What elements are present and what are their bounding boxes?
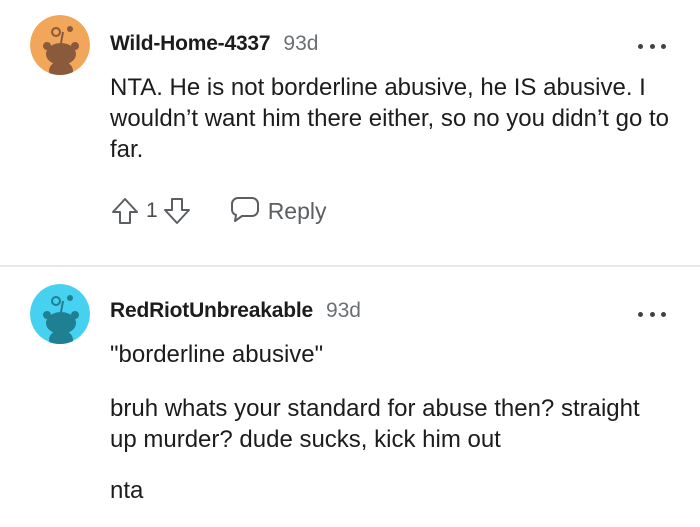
- more-options-icon[interactable]: [638, 41, 666, 51]
- username[interactable]: RedRiotUnbreakable: [110, 299, 313, 323]
- more-options-icon[interactable]: [638, 309, 666, 319]
- comment-age: 93d: [325, 299, 361, 322]
- comment: Wild-Home-4337 93d NTA. He is not border…: [0, 0, 700, 265]
- snoo-avatar-icon: [30, 284, 90, 344]
- comment-meta: RedRiotUnbreakable 93d: [110, 299, 361, 323]
- comment-text: nta: [110, 477, 144, 504]
- comment-meta: Wild-Home-4337 93d: [110, 32, 318, 56]
- downvote-icon[interactable]: [162, 195, 192, 227]
- upvote-icon[interactable]: [110, 195, 140, 227]
- comment-actions: 1 Reply: [110, 193, 327, 229]
- comment-quote: "borderline abusive": [110, 341, 324, 368]
- snoo-avatar-icon: [30, 15, 90, 75]
- comment-bubble-icon: [230, 195, 260, 228]
- reply-button[interactable]: Reply: [230, 195, 327, 228]
- vote-score: 1: [146, 199, 158, 222]
- user-avatar[interactable]: [30, 15, 90, 75]
- comment-age: 93d: [283, 32, 319, 55]
- comment-text: NTA. He is not borderline abusive, he IS…: [110, 74, 670, 163]
- user-avatar[interactable]: [30, 284, 90, 344]
- reply-label: Reply: [267, 197, 327, 224]
- comment: RedRiotUnbreakable 93d "borderline abusi…: [0, 267, 700, 527]
- comment-text: bruh whats your standard for abuse then?…: [110, 395, 640, 453]
- username[interactable]: Wild-Home-4337: [110, 32, 271, 56]
